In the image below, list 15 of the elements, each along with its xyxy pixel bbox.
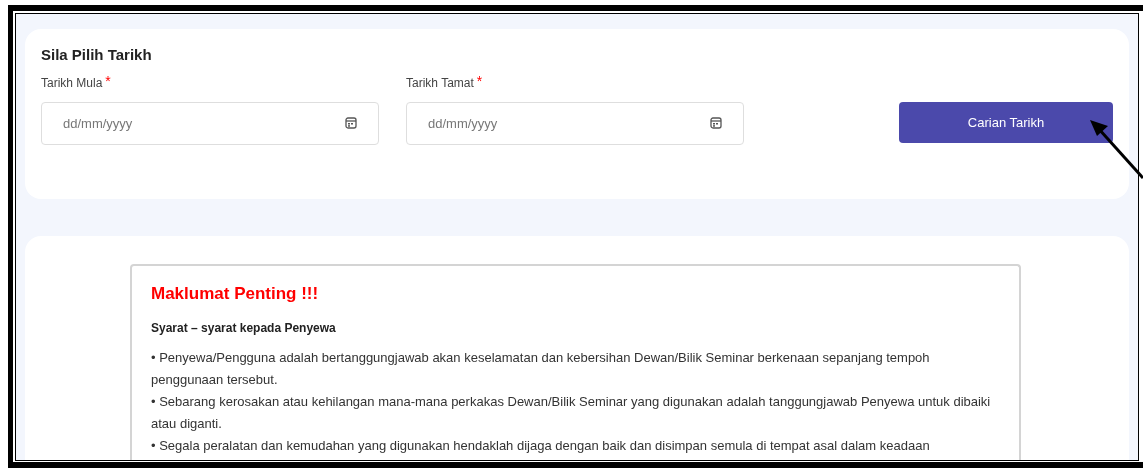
calendar-icon[interactable] [345, 117, 357, 129]
date-field[interactable]: dd/mm/yyyy [406, 102, 744, 145]
notice-bullet: • Segala peralatan dan kemudahan yang digunakan hendaklah dijaga dengan baik dan disimpan semula di tempat asal dalam keadaan [151, 436, 931, 455]
required-mark: * [105, 74, 111, 88]
required-mark: * [476, 74, 483, 88]
field-label: Tarikh Tamat [406, 75, 474, 92]
calendar-icon[interactable] [710, 117, 722, 129]
card-title: Sila Pilih Tarikh [41, 45, 153, 64]
notice-subtitle: Syarat – syarat kepada Penyewa [151, 319, 337, 337]
notice-bullet: • Sebarang kerosakan atau kehilangan mana-mana perkakas Dewan/Bilik Seminar yang digunakan adalah tanggungjawab Penyewa untuk dibaiki atau diganti. [151, 392, 992, 433]
notice-title: Maklumat Penting !!! [151, 283, 320, 305]
field-label: Tarikh Mula [41, 75, 103, 92]
date-field[interactable]: dd/mm/yyyy [41, 102, 379, 145]
notice-bullet: • Penyewa/Pengguna adalah bertanggungjawab akan keselamatan dan kebersihan Dewan/Bilik Seminar berkenaan sepanjang tempoh penggunaan tersebut. [151, 348, 931, 389]
search-button[interactable]: Carian Tarikh [899, 102, 1113, 143]
